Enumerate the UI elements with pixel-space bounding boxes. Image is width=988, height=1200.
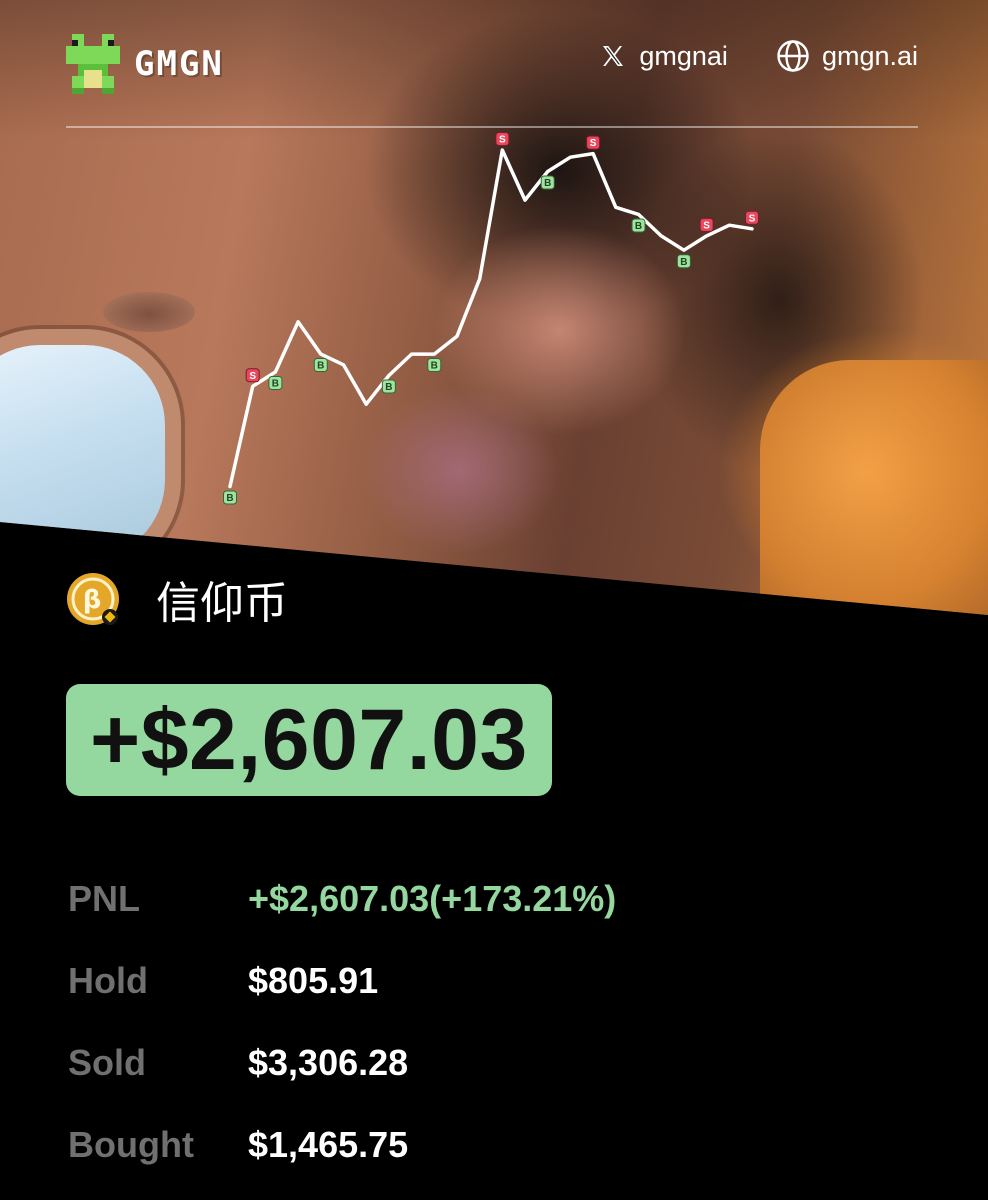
stat-value: $3,306.28: [248, 1042, 409, 1083]
x-icon: [603, 46, 624, 66]
marker-label: S: [249, 371, 256, 382]
brand-name: GMGN: [134, 44, 224, 84]
buy-marker: B: [540, 175, 555, 190]
stat-row-hold: Hold $805.91: [68, 940, 928, 1022]
sell-marker: S: [245, 368, 260, 383]
stat-label: Bought: [68, 1124, 194, 1165]
marker-label: B: [272, 379, 279, 390]
marker-label: B: [680, 257, 687, 268]
website-url: gmgn.ai: [821, 40, 918, 71]
stat-row-pnl: PNL +$2,607.03(+173.21%): [68, 858, 928, 940]
marker-label: B: [385, 382, 392, 393]
stat-row-bought: Bought $1,465.75: [68, 1104, 928, 1186]
brand[interactable]: GMGN: [66, 32, 224, 96]
stat-value: +$2,607.03(+173.21%): [248, 878, 617, 919]
stat-label: Hold: [68, 960, 148, 1001]
buy-marker: B: [381, 379, 396, 394]
sell-marker: S: [745, 210, 759, 225]
buy-marker: B: [676, 254, 691, 269]
marker-label: B: [431, 361, 438, 372]
stat-row-sold: Sold $3,306.28: [68, 1022, 928, 1104]
frog-logo-icon: [66, 34, 120, 94]
marker-label: S: [590, 138, 597, 149]
marker-label: S: [749, 213, 756, 224]
globe-icon: [777, 40, 809, 72]
token-logo-icon: β: [67, 573, 119, 625]
pnl-amount: +$2,607.03: [90, 691, 528, 788]
stat-value: $805.91: [248, 960, 379, 1001]
token-logo-letter: β: [83, 585, 102, 615]
buy-marker: B: [313, 358, 328, 373]
token-info: β 信仰币: [66, 567, 288, 631]
buy-marker: B: [427, 358, 442, 373]
sell-marker: S: [699, 217, 714, 232]
marker-label: B: [635, 221, 642, 232]
twitter-link[interactable]: gmgnai: [601, 41, 728, 72]
stat-value: $1,465.75: [248, 1124, 409, 1165]
social-links: gmgnai gmgn.ai: [601, 32, 918, 80]
stats-table: PNL +$2,607.03(+173.21%) Hold $805.91 So…: [68, 858, 928, 1186]
token-name: 信仰币: [156, 578, 288, 629]
price-line: [228, 148, 754, 489]
stat-label: PNL: [68, 878, 140, 919]
website-link[interactable]: gmgn.ai: [776, 39, 918, 73]
header-divider: [66, 126, 918, 128]
marker-label: B: [226, 493, 233, 504]
buy-marker: B: [223, 490, 237, 505]
marker-label: S: [703, 221, 710, 232]
header: GMGN gmgnai gmgn.ai: [66, 32, 918, 96]
pnl-highlight: +$2,607.03: [66, 684, 552, 796]
sell-marker: S: [495, 132, 510, 146]
twitter-handle: gmgnai: [639, 40, 728, 71]
sell-marker: S: [586, 135, 601, 150]
marker-label: B: [317, 361, 324, 372]
price-chart: B S B B B B S B S B B S S: [223, 132, 759, 505]
marker-label: B: [544, 178, 551, 189]
buy-marker: B: [631, 218, 646, 233]
pnl-share-card: B S B B B B S B S B B S S GMGN gmgnai gmgn.ai β 信仰币 …: [0, 0, 988, 1200]
marker-label: S: [499, 135, 506, 146]
buy-marker: B: [268, 375, 283, 390]
stat-label: Sold: [68, 1042, 146, 1083]
